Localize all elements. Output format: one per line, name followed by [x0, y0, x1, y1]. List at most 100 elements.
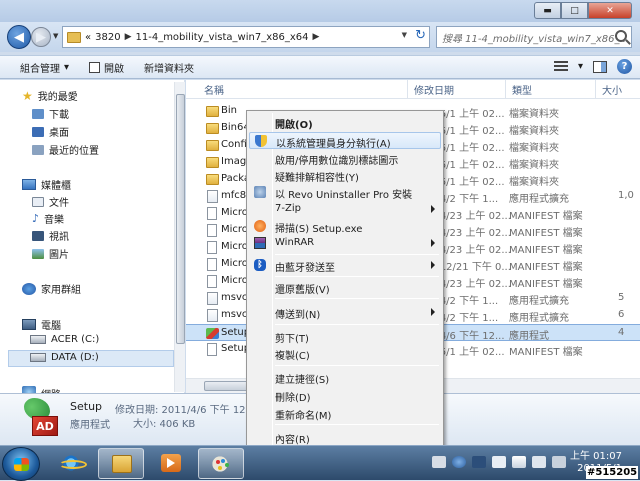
volume-icon[interactable]: [552, 456, 566, 468]
nav-label: 電腦: [41, 321, 61, 332]
battery-icon[interactable]: [512, 456, 526, 468]
menu-open[interactable]: 開啟(O): [249, 114, 441, 131]
title-bar[interactable]: ▬ □ ✕: [0, 0, 640, 22]
setup-large-icon: AD: [20, 398, 60, 438]
menu-cut[interactable]: 剪下(T): [249, 328, 441, 345]
recent-pages-dropdown[interactable]: ▼: [53, 32, 58, 40]
nav-music[interactable]: ♪ 音樂: [32, 211, 64, 226]
file-size: 4: [618, 327, 625, 338]
nav-label: DATA (D:): [51, 352, 99, 363]
music-icon: ♪: [32, 212, 40, 225]
menu-send-to[interactable]: 傳送到(N): [249, 304, 441, 321]
column-name[interactable]: 名稱: [198, 80, 408, 98]
new-folder-label: 新增資料夾: [144, 63, 195, 75]
nav-network[interactable]: 網路: [22, 386, 61, 393]
breadcrumb-segment[interactable]: 3820: [95, 32, 120, 43]
maximize-button[interactable]: □: [561, 2, 588, 19]
nav-downloads[interactable]: 下載: [32, 106, 69, 121]
scroll-thumb[interactable]: [176, 94, 185, 344]
nav-desktop[interactable]: 桌面: [32, 124, 69, 139]
breadcrumb-overflow[interactable]: «: [85, 32, 91, 43]
nav-favorites[interactable]: ★ 我的最愛: [22, 88, 78, 104]
open-button[interactable]: 開啟: [89, 60, 124, 75]
nav-label: 下載: [49, 110, 69, 121]
view-options-icon[interactable]: [553, 60, 568, 73]
menu-winrar[interactable]: WinRAR: [249, 235, 441, 252]
submenu-arrow-icon: [431, 261, 435, 269]
menu-label: WinRAR: [275, 237, 315, 248]
nav-drive-c[interactable]: ACER (C:): [30, 334, 99, 345]
preview-pane-icon[interactable]: [593, 60, 607, 73]
menu-scan[interactable]: 掃描(S) Setup.exe: [249, 218, 441, 235]
new-folder-button[interactable]: 新增資料夾: [144, 60, 194, 75]
taskbar-explorer[interactable]: [98, 448, 144, 479]
menu-restore[interactable]: 還原舊版(V): [249, 279, 441, 296]
refresh-icon[interactable]: ↻: [415, 28, 426, 43]
menu-troubleshoot[interactable]: 疑難排解相容性(Y): [249, 167, 441, 184]
address-dropdown-icon[interactable]: ▼: [402, 31, 407, 39]
menu-delete[interactable]: 刪除(D): [249, 387, 441, 404]
menu-7zip[interactable]: 7-Zip: [249, 201, 441, 218]
chevron-right-icon[interactable]: ▶: [312, 32, 319, 42]
nav-label: 文件: [49, 198, 69, 209]
address-row: ◀ ▶ ▼ « 3820 ▶ 11-4_mobility_vista_win7_…: [0, 22, 640, 52]
menu-label: 重新命名(M): [275, 411, 332, 422]
address-bar[interactable]: « 3820 ▶ 11-4_mobility_vista_win7_x86_x6…: [62, 26, 430, 48]
signal-icon[interactable]: [532, 456, 546, 468]
breadcrumb-segment[interactable]: 11-4_mobility_vista_win7_x86_x64: [136, 32, 309, 43]
taskbar-paint[interactable]: [198, 448, 244, 479]
keyboard-icon[interactable]: [432, 456, 446, 468]
nav-drive-d[interactable]: DATA (D:): [30, 352, 99, 363]
windows-logo-icon: [14, 458, 29, 471]
menu-rename[interactable]: 重新命名(M): [249, 405, 441, 422]
menu-separator: [275, 276, 439, 277]
column-type[interactable]: 類型: [506, 80, 596, 98]
search-placeholder: 搜尋 11-4_mobility_vista_win7_x86_...: [442, 33, 630, 45]
start-button[interactable]: [2, 447, 40, 481]
menu-properties[interactable]: 內容(R): [249, 429, 441, 446]
submenu-arrow-icon: [431, 308, 435, 316]
library-icon: [22, 179, 36, 190]
chevron-right-icon[interactable]: ▶: [125, 32, 132, 42]
setup-app-icon: [206, 328, 219, 339]
chevron-down-icon[interactable]: ▾: [578, 61, 583, 72]
nav-computer[interactable]: 電腦: [22, 317, 61, 332]
toolbar-right: ▾ ?: [553, 59, 632, 74]
column-date[interactable]: 修改日期: [408, 80, 506, 98]
search-input[interactable]: 搜尋 11-4_mobility_vista_win7_x86_...: [436, 26, 632, 48]
menu-create-shortcut[interactable]: 建立捷徑(S): [249, 369, 441, 386]
menu-run-as-admin[interactable]: 以系統管理員身分執行(A): [249, 132, 441, 150]
back-button[interactable]: ◀: [7, 25, 31, 49]
picture-icon: [32, 248, 44, 259]
menu-copy[interactable]: 複製(C): [249, 345, 441, 362]
forward-button[interactable]: ▶: [31, 27, 51, 47]
action-center-icon[interactable]: [492, 456, 506, 468]
computer-icon: [22, 319, 36, 330]
organize-button[interactable]: 組合管理 ▾: [20, 60, 69, 75]
nav-pictures[interactable]: 圖片: [32, 246, 69, 261]
nav-homegroup[interactable]: 家用群組: [22, 281, 81, 296]
search-icon[interactable]: [615, 30, 627, 42]
file-type: 應用程式擴充: [509, 194, 569, 205]
internet-explorer-icon: [59, 454, 87, 472]
close-button[interactable]: ✕: [588, 2, 632, 19]
nav-documents[interactable]: 文件: [32, 194, 69, 209]
nav-videos[interactable]: 視訊: [32, 228, 69, 243]
menu-separator: [275, 365, 439, 366]
taskbar-media-player[interactable]: [148, 448, 194, 479]
minimize-button[interactable]: ▬: [534, 2, 561, 19]
taskbar-ie[interactable]: [48, 448, 94, 479]
column-size[interactable]: 大小: [596, 80, 640, 98]
nav-recent[interactable]: 最近的位置: [32, 142, 99, 157]
help-icon[interactable]: [452, 456, 466, 468]
menu-label: 7-Zip: [275, 203, 301, 214]
navpane-scrollbar[interactable]: [174, 82, 185, 392]
menu-toggle-codemark[interactable]: 啟用/停用數位識別標誌圖示: [249, 150, 441, 167]
menu-separator: [275, 324, 439, 325]
menu-bluetooth[interactable]: ᛒ 由藍牙發送至: [249, 257, 441, 274]
menu-revo[interactable]: 以 Revo Uninstaller Pro 安裝: [249, 184, 441, 201]
network-tray-icon[interactable]: [472, 456, 486, 468]
help-icon[interactable]: ?: [617, 59, 632, 74]
revo-uninstaller-icon: [254, 186, 266, 198]
nav-libraries[interactable]: 媒體櫃: [22, 177, 71, 192]
